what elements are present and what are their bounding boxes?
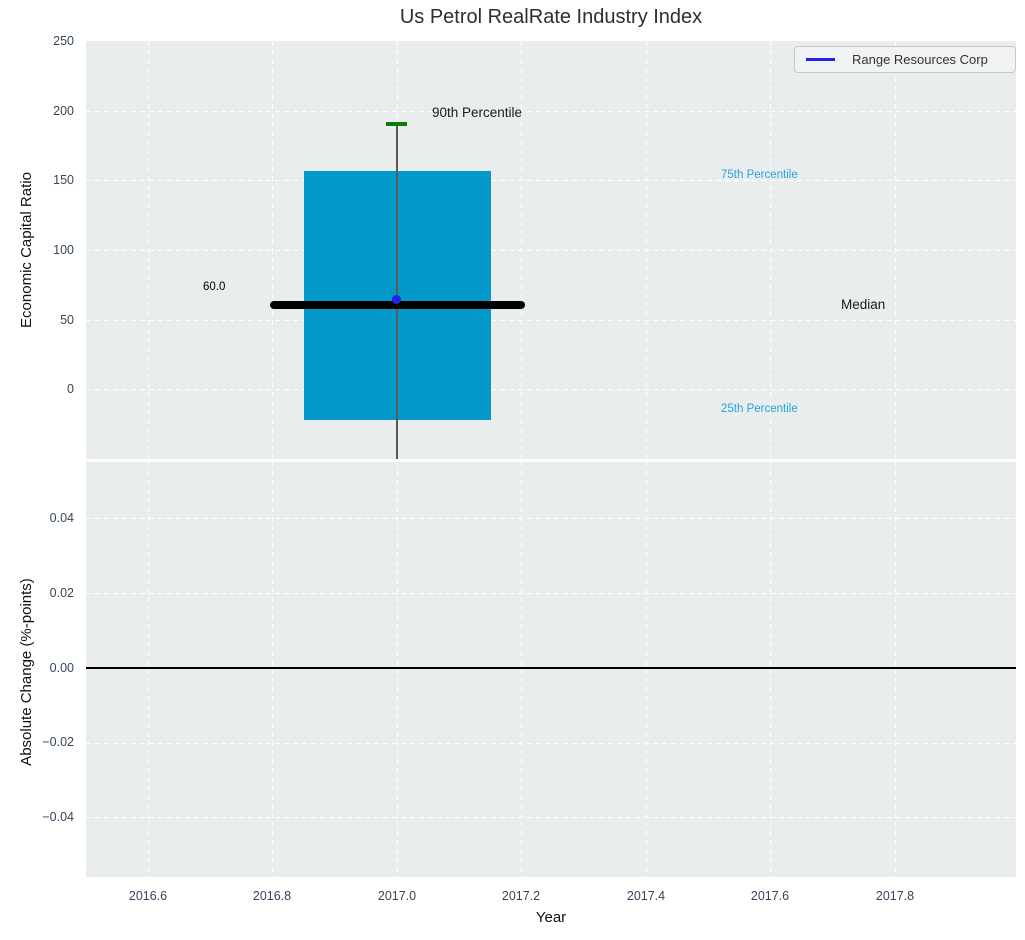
legend: Range Resources Corp	[794, 46, 1016, 73]
ytick-top: 250	[53, 34, 74, 48]
chart-title: Us Petrol RealRate Industry Index	[399, 6, 703, 28]
gridline-h	[86, 593, 1016, 594]
gridline-v	[397, 462, 398, 877]
median-value-annotation: 60.0	[203, 281, 226, 293]
gridline-v	[148, 462, 149, 877]
gridline-h	[86, 817, 1016, 818]
p75-percentile-label: 75th Percentile	[721, 169, 798, 181]
gridline-v	[272, 41, 273, 459]
x-axis-label: Year	[535, 909, 567, 926]
gridline-v	[646, 41, 647, 459]
zero-baseline	[86, 667, 1016, 669]
xtick: 2017.6	[750, 889, 790, 903]
gridline-h	[86, 320, 1016, 321]
gridline-v	[272, 462, 273, 877]
legend-line-swatch-icon	[806, 58, 835, 61]
gridline-v	[770, 462, 771, 877]
xtick: 2016.6	[128, 889, 168, 903]
gridline-v	[521, 41, 522, 459]
p25-percentile-label: 25th Percentile	[721, 403, 798, 415]
gridline-h	[86, 111, 1016, 112]
gridline-v	[770, 41, 771, 459]
figure-canvas: Us Petrol RealRate Industry Index 60.0 9…	[0, 0, 1025, 940]
xtick: 2016.8	[252, 889, 292, 903]
xtick: 2017.4	[626, 889, 666, 903]
y-axis-label-top: Economic Capital Ratio	[18, 172, 35, 328]
gridline-v	[521, 462, 522, 877]
gridline-h	[86, 250, 1016, 251]
capital-ratio-plot: 60.0 90th Percentile 75th Percentile Med…	[86, 41, 1016, 459]
gridline-h	[86, 180, 1016, 181]
gridline-v	[148, 41, 149, 459]
company-data-point	[392, 295, 401, 304]
absolute-change-plot	[86, 462, 1016, 877]
gridline-v	[895, 462, 896, 877]
gridline-h	[86, 518, 1016, 519]
legend-series-label: Range Resources Corp	[852, 52, 988, 67]
xtick: 2017.8	[875, 889, 915, 903]
xtick: 2017.2	[501, 889, 541, 903]
p90-whisker-cap	[386, 122, 407, 126]
gridline-v	[646, 462, 647, 877]
gridline-h	[86, 389, 1016, 390]
xtick: 2017.0	[377, 889, 417, 903]
p90-percentile-label: 90th Percentile	[432, 105, 523, 120]
gridline-v	[895, 41, 896, 459]
gridline-h	[86, 743, 1016, 744]
whisker-line	[396, 124, 398, 459]
y-axis-label-bottom: Absolute Change (%-points)	[18, 578, 35, 766]
median-label: Median	[841, 297, 886, 312]
